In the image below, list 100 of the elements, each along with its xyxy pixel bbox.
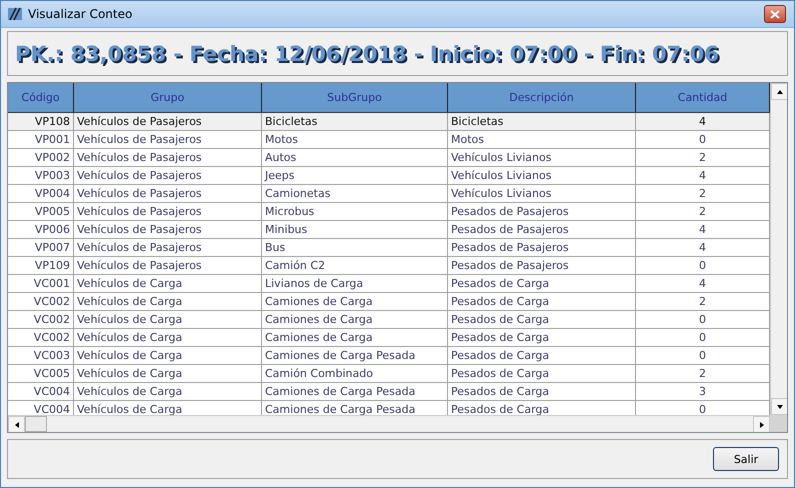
- table-cell: Pesados de Carga: [448, 329, 636, 346]
- column-header[interactable]: Código: [8, 83, 74, 112]
- table-cell: Bicicletas: [262, 113, 448, 130]
- table-cell: Camiones de Carga: [262, 293, 448, 310]
- table-cell: Vehículos de Pasajeros: [74, 149, 262, 166]
- table-cell: VC004: [8, 383, 74, 400]
- close-button[interactable]: [764, 5, 786, 23]
- table-cell: Vehículos de Pasajeros: [74, 239, 262, 256]
- table-cell: Pesados de Pasajeros: [448, 239, 636, 256]
- table-cell: Camiones de Carga Pesada: [262, 383, 448, 400]
- table-cell: Pesados de Carga: [448, 383, 636, 400]
- table-cell: Motos: [262, 131, 448, 148]
- table-row[interactable]: VC001 Vehículos de Carga Livianos de Carga Pesados de Carga 4: [8, 275, 770, 293]
- table-cell: Bicicletas: [448, 113, 636, 130]
- table-row[interactable]: VP007 Vehículos de Pasajeros Bus Pesados de Pasajeros 4: [8, 239, 770, 257]
- table-row[interactable]: VP001 Vehículos de Pasajeros Motos Motos 0: [8, 131, 770, 149]
- table-cell: Jeeps: [262, 167, 448, 184]
- table-cell: Vehículos de Pasajeros: [74, 167, 262, 184]
- table-cell: Vehículos de Pasajeros: [74, 221, 262, 238]
- table-cell: Vehículos de Pasajeros: [74, 203, 262, 220]
- table-cell: Pesados de Pasajeros: [448, 221, 636, 238]
- table-cell: Vehículos Livianos: [448, 149, 636, 166]
- scroll-left-button[interactable]: [8, 416, 25, 432]
- scroll-up-button[interactable]: [771, 83, 787, 100]
- table-cell: Pesados de Carga: [448, 275, 636, 292]
- table-cell: Vehículos de Carga: [74, 293, 262, 310]
- table-row[interactable]: VP109 Vehículos de Pasajeros Camión C2 Pesados de Pasajeros 0: [8, 257, 770, 275]
- window-title: Visualizar Conteo: [28, 7, 134, 21]
- table-cell: Vehículos de Carga: [74, 365, 262, 382]
- scroll-down-button[interactable]: [771, 398, 787, 415]
- scrollbar-corner: [770, 415, 787, 432]
- table-cell: Pesados de Carga: [448, 365, 636, 382]
- table-cell: Autos: [262, 149, 448, 166]
- table-row[interactable]: VC005 Vehículos de Carga Camión Combinado Pesados de Carga 2: [8, 365, 770, 383]
- table-cell: VC003: [8, 347, 74, 364]
- table-cell: VP004: [8, 185, 74, 202]
- scroll-right-button[interactable]: [753, 416, 770, 432]
- table-cell: VC002: [8, 311, 74, 328]
- table-cell: Camión Combinado: [262, 365, 448, 382]
- table-cell: Pesados de Pasajeros: [448, 203, 636, 220]
- table-cell: VC001: [8, 275, 74, 292]
- column-header[interactable]: Grupo: [74, 83, 262, 112]
- table-row[interactable]: VP006 Vehículos de Pasajeros Minibus Pesados de Pasajeros 4: [8, 221, 770, 239]
- table-cell: Camiones de Carga: [262, 311, 448, 328]
- exit-button[interactable]: Salir: [713, 447, 779, 471]
- table-cell: Pesados de Pasajeros: [448, 257, 636, 274]
- table-row[interactable]: VC003 Vehículos de Carga Camiones de Carga Pesada Pesados de Carga 0: [8, 347, 770, 365]
- table-cell: Vehículos de Pasajeros: [74, 257, 262, 274]
- table-cell: VP108: [8, 113, 74, 130]
- table-cell: Vehículos de Pasajeros: [74, 185, 262, 202]
- table-cell: Vehículos de Pasajeros: [74, 131, 262, 148]
- arrow-right-icon: [758, 420, 766, 428]
- table-row[interactable]: VC002 Vehículos de Carga Camiones de Carga Pesados de Carga 2: [8, 293, 770, 311]
- table-cell: VP003: [8, 167, 74, 184]
- app-icon: [7, 6, 23, 22]
- table-row[interactable]: VP108 Vehículos de Pasajeros Bicicletas Bicicletas 4: [8, 113, 770, 131]
- table-cell: Vehículos de Carga: [74, 311, 262, 328]
- table-row[interactable]: VC004 Vehículos de Carga Camiones de Carga Pesada Pesados de Carga 3: [8, 383, 770, 401]
- table-cell: Pesados de Carga: [448, 311, 636, 328]
- table-cell: VP007: [8, 239, 74, 256]
- table-cell: VC005: [8, 365, 74, 382]
- table-row[interactable]: VP003 Vehículos de Pasajeros Jeeps Vehículos Livianos 4: [8, 167, 770, 185]
- table-cell: Bus: [262, 239, 448, 256]
- table-cell: Vehículos de Pasajeros: [74, 113, 262, 130]
- table-cell: VP109: [8, 257, 74, 274]
- table-cell: VP005: [8, 203, 74, 220]
- arrow-up-icon: [776, 88, 784, 96]
- close-icon: [770, 10, 780, 18]
- table-cell: VP001: [8, 131, 74, 148]
- scroll-thumb[interactable]: [25, 416, 47, 432]
- column-header[interactable]: Descripción: [448, 83, 636, 112]
- table-cell: Motos: [448, 131, 636, 148]
- table-row[interactable]: VC002 Vehículos de Carga Camiones de Carga Pesados de Carga 0: [8, 311, 770, 329]
- table-cell: Camionetas: [262, 185, 448, 202]
- table-cell: Camiones de Carga: [262, 329, 448, 346]
- table-cell: Vehículos Livianos: [448, 167, 636, 184]
- table-row[interactable]: VC002 Vehículos de Carga Camiones de Carga Pesados de Carga 0: [8, 329, 770, 347]
- table-cell: VP006: [8, 221, 74, 238]
- table-row[interactable]: VP004 Vehículos de Pasajeros Camionetas Vehículos Livianos 2: [8, 185, 770, 203]
- table-row[interactable]: VP002 Vehículos de Pasajeros Autos Vehículos Livianos 2: [8, 149, 770, 167]
- table-cell: Minibus: [262, 221, 448, 238]
- table-cell: Microbus: [262, 203, 448, 220]
- table-cell: Pesados de Carga: [448, 347, 636, 364]
- arrow-left-icon: [12, 420, 20, 428]
- table-row[interactable]: VP005 Vehículos de Pasajeros Microbus Pesados de Pasajeros 2: [8, 203, 770, 221]
- table-cell: Vehículos de Carga: [74, 383, 262, 400]
- table-cell: Pesados de Carga: [448, 293, 636, 310]
- column-header[interactable]: SubGrupo: [262, 83, 448, 112]
- table-cell: VC002: [8, 293, 74, 310]
- horizontal-scrollbar[interactable]: [8, 415, 770, 432]
- arrow-down-icon: [776, 402, 784, 410]
- vertical-scrollbar[interactable]: [770, 83, 787, 415]
- header-text: PK.: 83,0858 - Fecha: 12/06/2018 - Inicio: 07:00 - Fin: 07:06: [15, 42, 719, 66]
- table-cell: Livianos de Carga: [262, 275, 448, 292]
- table-cell: VP002: [8, 149, 74, 166]
- table-cell: Camión C2: [262, 257, 448, 274]
- table-cell: Vehículos de Carga: [74, 329, 262, 346]
- table-cell: Vehículos de Carga: [74, 347, 262, 364]
- table-cell: Vehículos Livianos: [448, 185, 636, 202]
- table-cell: VC002: [8, 329, 74, 346]
